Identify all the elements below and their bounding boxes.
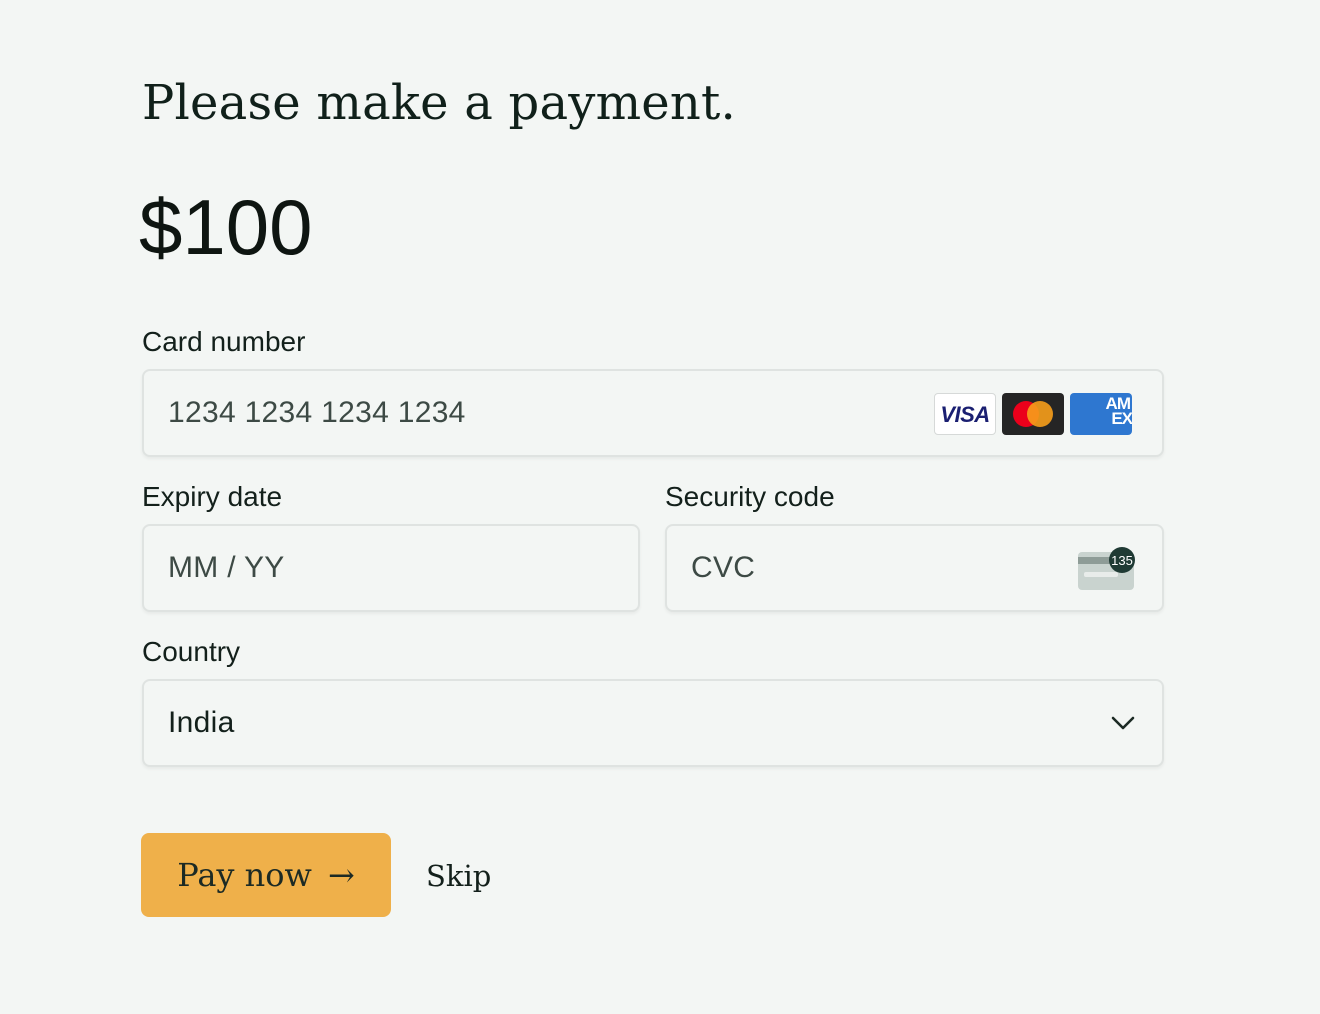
card-number-field[interactable]: 1234 1234 1234 1234 VISA AM EX — [142, 369, 1164, 457]
expiry-date-placeholder: MM / YY — [168, 551, 285, 584]
chevron-down-icon — [1111, 716, 1135, 730]
visa-icon: VISA — [934, 393, 996, 435]
mastercard-orange-circle — [1027, 401, 1053, 427]
amex-icon: AM EX — [1070, 393, 1132, 435]
expiry-date-field[interactable]: MM / YY — [142, 524, 640, 612]
cvc-card-icon: 135 — [1078, 547, 1135, 590]
card-number-placeholder: 1234 1234 1234 1234 — [168, 396, 466, 429]
country-label: Country — [142, 636, 241, 667]
security-code-field[interactable]: CVC 135 — [665, 524, 1164, 612]
country-select[interactable]: India — [142, 679, 1164, 767]
payment-form-page: Please make a payment. $100 Card number … — [139, 70, 1164, 917]
cvc-icon-text: 135 — [1111, 553, 1133, 568]
card-number-label: Card number — [142, 326, 306, 357]
country-value: India — [168, 706, 235, 739]
card-brands: VISA AM EX — [934, 393, 1132, 435]
amex-icon-text: AM EX — [1105, 394, 1132, 428]
security-code-placeholder: CVC — [691, 551, 756, 584]
pay-now-button[interactable]: Pay now → — [141, 833, 391, 917]
pay-now-label: Pay now — [177, 856, 312, 894]
arrow-right-icon: → — [327, 856, 355, 894]
mastercard-icon — [1002, 393, 1064, 435]
page-title: Please make a payment. — [142, 75, 736, 131]
skip-link[interactable]: Skip — [426, 856, 491, 896]
expiry-date-label: Expiry date — [142, 481, 283, 512]
payment-amount: $100 — [139, 183, 313, 271]
visa-icon-text: VISA — [940, 402, 990, 427]
security-code-label: Security code — [665, 481, 835, 512]
